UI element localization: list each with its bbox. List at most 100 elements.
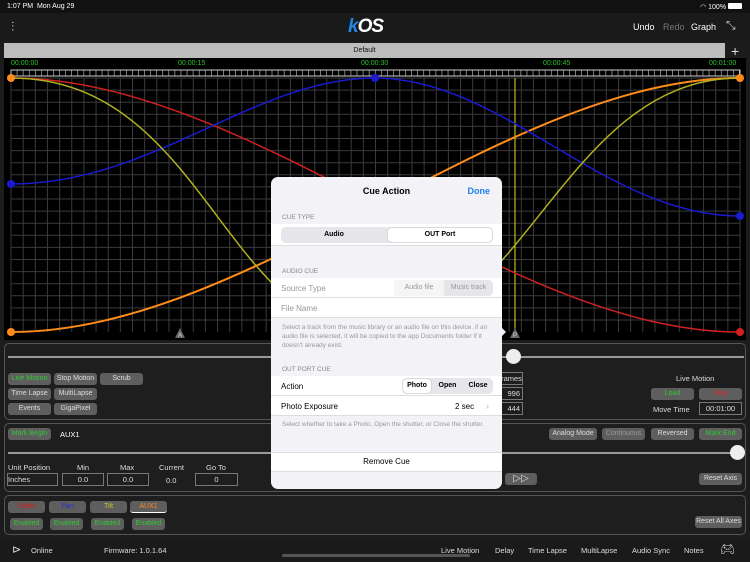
tilt-enabled-toggle[interactable]: Enabled — [91, 518, 124, 530]
battery-icon — [728, 3, 742, 9]
segment-close[interactable]: Close — [463, 378, 493, 394]
frames-value[interactable]: 996 — [500, 387, 523, 400]
connection-icon: ⊳ — [12, 544, 22, 556]
battery-level: 100% — [708, 4, 727, 11]
fast-forward-button[interactable]: ▷▷ — [505, 473, 537, 485]
cue-type-segmented: Audio OUT Port — [281, 227, 493, 243]
interval-value[interactable]: 444 — [500, 402, 523, 415]
unit-position-label: Unit Position — [8, 463, 51, 472]
load-button[interactable]: Load — [651, 388, 694, 400]
nav-audio-sync[interactable]: Audio Sync — [632, 546, 670, 555]
live-motion-title: Live Motion — [676, 374, 715, 383]
keyframe-point — [736, 328, 744, 336]
cue-action-dialog: Cue Action Done CUE TYPE Audio OUT Port … — [271, 177, 502, 489]
segment-photo[interactable]: Photo — [403, 379, 431, 393]
reversed-button[interactable]: Reversed — [651, 428, 694, 440]
axis-tab-tilt[interactable]: Tilt — [90, 501, 127, 513]
gigapixel-button[interactable]: GigaPixel — [54, 403, 97, 415]
mark-begin-button[interactable]: Mark Begin — [8, 428, 51, 440]
chevron-right-icon: › — [486, 401, 489, 411]
goto-label: Go To — [206, 463, 226, 472]
frames-label: rames — [500, 372, 523, 385]
done-button[interactable]: Done — [468, 186, 491, 196]
kos-logo: kOS — [348, 16, 384, 37]
status-bar: 1:07 PM Mon Aug 29 ◠ 100% — [0, 0, 750, 13]
gamepad-icon[interactable]: 🎮︎ — [720, 542, 735, 556]
remove-cue-button[interactable]: Remove Cue — [271, 457, 502, 466]
cue-marker-label: A — [178, 333, 182, 339]
expand-icon[interactable]: ⤡ — [726, 18, 736, 33]
source-type-segmented: Audio file Music track — [394, 280, 493, 296]
scrub-slider-knob[interactable] — [506, 349, 521, 364]
continuous-button[interactable]: Continuous — [602, 428, 645, 440]
live-motion-button[interactable]: Live Motion — [8, 373, 51, 385]
keyframe-point — [371, 74, 379, 82]
action-segmented: Photo Open Close — [402, 378, 493, 394]
unit-select[interactable]: Inches — [7, 473, 58, 486]
events-button[interactable]: Events — [8, 403, 51, 415]
graph-button[interactable]: Graph — [691, 22, 716, 32]
move-time-label: Move Time — [653, 405, 690, 414]
status-time: 1:07 PM — [7, 3, 34, 10]
audio-note: Select a track from the music library or… — [282, 324, 488, 349]
undo-button[interactable]: Undo — [633, 22, 655, 32]
pan-enabled-toggle[interactable]: Enabled — [50, 518, 83, 530]
stop-motion-button[interactable]: Stop Motion — [54, 373, 97, 385]
reset-axis-button[interactable]: Reset Axis — [699, 473, 742, 485]
popover-arrow — [500, 326, 506, 338]
reset-all-axes-button[interactable]: Reset All Axes — [695, 516, 742, 528]
mixer-settings-icon[interactable]: ⫶ — [11, 19, 14, 35]
scrub-button[interactable]: Scrub — [100, 373, 143, 385]
keyframe-point — [736, 212, 744, 220]
stop-button[interactable]: Stop — [699, 388, 742, 400]
segment-audio-file[interactable]: Audio file — [394, 280, 444, 296]
mark-end-button[interactable]: Mark End — [699, 428, 742, 440]
add-tab-button[interactable]: + — [731, 43, 739, 59]
axis-tab-slider[interactable]: Slider — [8, 501, 45, 513]
move-time-field[interactable]: 00:01:00 — [699, 402, 742, 415]
redo-button[interactable]: Redo — [663, 22, 685, 32]
segment-audio[interactable]: Audio — [281, 227, 387, 243]
action-label: Action — [281, 382, 304, 391]
min-field[interactable]: 0.0 — [62, 473, 104, 486]
wifi-icon: ◠ — [700, 4, 707, 11]
photo-exposure-value[interactable]: 2 sec — [455, 402, 474, 411]
current-value: 0.0 — [166, 476, 177, 485]
keyframe-point — [7, 328, 15, 336]
time-label: 00:00:30 — [361, 60, 389, 67]
home-indicator — [282, 554, 470, 557]
time-label: 00:00:00 — [11, 60, 39, 67]
time-lapse-button[interactable]: Time Lapse — [8, 388, 51, 400]
axis-tab-aux1[interactable]: AUX1 — [130, 501, 167, 513]
goto-field[interactable]: 0 — [195, 473, 238, 486]
max-field[interactable]: 0.0 — [107, 473, 149, 486]
out-port-cue-header: OUT PORT CUE — [282, 366, 331, 373]
axis-tab-pan[interactable]: Pan — [49, 501, 86, 513]
nav-time-lapse[interactable]: Time Lapse — [528, 546, 567, 555]
source-type-label: Source Type — [281, 284, 326, 293]
cue-marker-label: P — [513, 333, 517, 339]
aux1-enabled-toggle[interactable]: Enabled — [132, 518, 165, 530]
multilapse-button[interactable]: MultiLapse — [54, 388, 97, 400]
nav-multilapse[interactable]: MultiLapse — [581, 546, 617, 555]
axis-slider-knob[interactable] — [730, 445, 745, 460]
out-port-note: Select whether to take a Photo, Open the… — [282, 421, 484, 428]
audio-cue-header: AUDIO CUE — [282, 268, 319, 275]
keyframe-point — [736, 74, 744, 82]
time-label: 00:00:15 — [178, 60, 206, 67]
segment-out-port[interactable]: OUT Port — [388, 228, 492, 242]
time-label: 00:01:00 — [709, 60, 737, 67]
online-status: Online — [31, 546, 53, 555]
segment-open[interactable]: Open — [433, 378, 462, 394]
slider-enabled-toggle[interactable]: Enabled — [10, 518, 43, 530]
nav-delay[interactable]: Delay — [495, 546, 514, 555]
firmware-version: Firmware: 1.0.1.64 — [104, 546, 167, 555]
max-label: Max — [120, 463, 135, 472]
nav-notes[interactable]: Notes — [684, 546, 704, 555]
analog-mode-button[interactable]: Analog Mode — [549, 428, 597, 440]
tab-default[interactable]: Default — [4, 43, 725, 58]
file-name-field[interactable]: File Name — [281, 304, 317, 313]
cue-type-header: CUE TYPE — [282, 214, 315, 221]
segment-music-track[interactable]: Music track — [444, 280, 493, 296]
keyframe-point — [7, 180, 15, 188]
